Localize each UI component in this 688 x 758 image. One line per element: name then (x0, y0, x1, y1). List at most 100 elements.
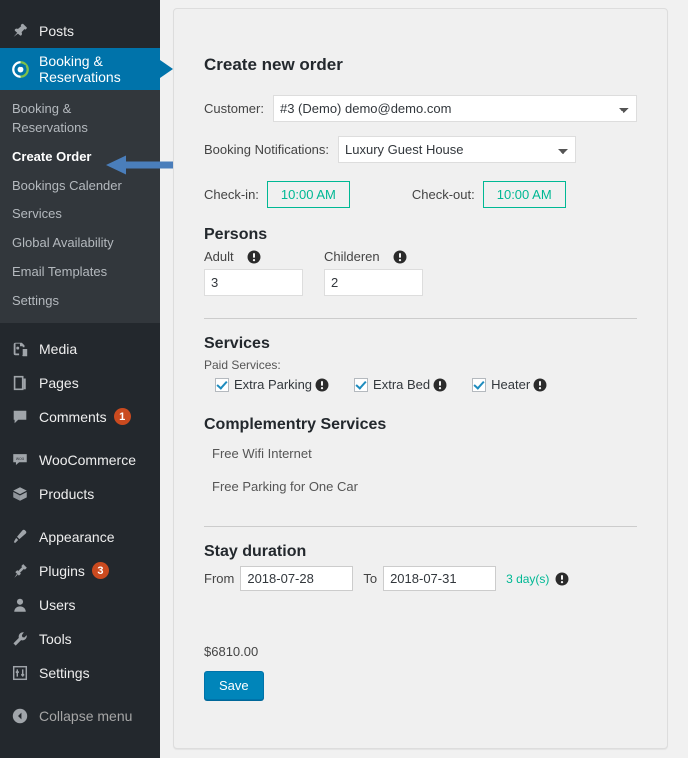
to-label: To (363, 571, 378, 586)
menu-divider (0, 690, 160, 699)
sidebar-top-spacer (0, 0, 160, 14)
menu-divider (0, 434, 160, 443)
extra-parking-label: Extra Parking (234, 377, 313, 392)
plugins-badge: 3 (91, 562, 109, 580)
sidebar-item-woocommerce[interactable]: woo WooCommerce (0, 443, 160, 477)
extra-bed-label: Extra Bed (373, 377, 431, 392)
persons-heading: Persons (204, 226, 268, 243)
paid-services-label: Paid Services: (204, 358, 281, 372)
sidebar-item-label: Appearance (39, 528, 115, 545)
sidebar-item-label: Comments (39, 408, 107, 425)
sidebar-item-collapse-menu[interactable]: Collapse menu (0, 699, 160, 733)
checkout-time-value[interactable]: 10:00 AM (482, 181, 566, 208)
sidebar-item-appearance[interactable]: Appearance (0, 520, 160, 554)
complementary-services-heading: Complementry Services (204, 416, 387, 433)
customer-select[interactable]: #3 (Demo) demo@demo.com (272, 95, 637, 122)
divider-persons-services (204, 318, 637, 319)
sidebar-item-booking-reservations[interactable]: Booking & Reservations (0, 48, 173, 90)
services-heading: Services (204, 335, 270, 352)
extra-parking-checkbox[interactable] (215, 377, 229, 392)
sidebar-item-products[interactable]: Products (0, 477, 160, 511)
woocommerce-icon: woo (10, 450, 30, 470)
comments-badge: 1 (113, 408, 131, 426)
submenu-item-booking-reservations[interactable]: Booking & Reservations (0, 95, 160, 143)
service-extra-bed[interactable]: Extra Bed (343, 377, 447, 392)
checkin-checkout-row: Check-in: 10:00 AM Check-out: 10:00 AM (204, 181, 637, 208)
sidebar-item-label: Products (39, 485, 95, 502)
duration-info-icon[interactable] (555, 572, 569, 586)
sidebar-item-settings[interactable]: Settings (0, 656, 160, 690)
booking-notifications-select[interactable]: Luxury Guest House (338, 136, 577, 163)
sidebar-item-label: Pages (39, 374, 79, 391)
adult-info-icon[interactable] (247, 250, 261, 264)
submenu-item-settings[interactable]: Settings (0, 287, 160, 316)
heater-info-icon[interactable] (533, 378, 547, 392)
comments-icon (10, 407, 30, 427)
plugins-icon (10, 561, 30, 581)
extra-bed-info-icon[interactable] (433, 378, 447, 392)
users-icon (10, 595, 30, 615)
sidebar-item-pages[interactable]: Pages (0, 366, 160, 400)
svg-text:woo: woo (16, 456, 25, 461)
customer-label: Customer: (204, 101, 264, 116)
adult-label: Adult (204, 249, 234, 264)
sidebar-item-label: Media (39, 340, 78, 357)
pin-icon (10, 21, 30, 41)
sidebar-item-comments[interactable]: Comments 1 (0, 400, 160, 434)
sidebar-item-label: Users (39, 596, 76, 613)
appearance-icon (10, 527, 30, 547)
sidebar-item-label: Plugins (39, 562, 85, 579)
adult-input[interactable] (204, 269, 303, 296)
customer-row: Customer: #3 (Demo) demo@demo.com (204, 95, 637, 122)
persons-labels-row: Adult Childeren (204, 249, 637, 264)
active-menu-pointer (160, 60, 173, 78)
heater-label: Heater (491, 377, 531, 392)
sidebar-item-plugins[interactable]: Plugins 3 (0, 554, 160, 588)
submenu-item-create-order[interactable]: Create Order (0, 143, 160, 172)
collapse-arrow-icon (10, 706, 30, 726)
checkin-label: Check-in: (204, 187, 259, 202)
divider-complementary-stay (204, 526, 637, 527)
media-icon (10, 339, 30, 359)
duration-note: 3 day(s) (506, 571, 550, 586)
stay-duration-row: From To 3 day(s) (204, 566, 637, 591)
page-title: Create new order (204, 55, 343, 74)
complementary-item: Free Parking for One Car (212, 479, 358, 494)
service-heater[interactable]: Heater (461, 377, 547, 392)
admin-sidebar: Posts Booking & Reservations Booking & R… (0, 0, 173, 758)
menu-divider (0, 323, 160, 332)
extra-parking-info-icon[interactable] (315, 378, 329, 392)
booking-notifications-row: Booking Notifications: Luxury Guest Hous… (204, 136, 637, 163)
sidebar-item-posts[interactable]: Posts (0, 14, 160, 48)
children-input[interactable] (324, 269, 423, 296)
screen: Posts Booking & Reservations Booking & R… (0, 0, 688, 758)
tools-icon (10, 629, 30, 649)
sidebar-item-label: Settings (39, 664, 90, 681)
sidebar-item-tools[interactable]: Tools (0, 622, 160, 656)
extra-bed-checkbox[interactable] (354, 377, 369, 392)
service-extra-parking[interactable]: Extra Parking (204, 377, 329, 392)
pages-icon (10, 373, 30, 393)
sidebar-item-label: Tools (39, 630, 72, 647)
sidebar-item-label: WooCommerce (39, 451, 136, 468)
children-label: Childeren (324, 249, 380, 264)
checkout-label: Check-out: (411, 187, 475, 202)
sidebar-item-users[interactable]: Users (0, 588, 160, 622)
sidebar-item-label: Booking & Reservations (39, 52, 121, 85)
submenu-item-global-availability[interactable]: Global Availability (0, 229, 160, 258)
complementary-item: Free Wifi Internet (212, 446, 312, 461)
adult-label-group: Adult (204, 249, 324, 264)
to-date-input[interactable] (383, 566, 497, 591)
sidebar-item-media[interactable]: Media (0, 332, 160, 366)
from-date-input[interactable] (240, 566, 354, 591)
submenu-item-email-templates[interactable]: Email Templates (0, 258, 160, 287)
create-order-panel: Create new order Customer: #3 (Demo) dem… (173, 8, 668, 749)
heater-checkbox[interactable] (472, 377, 487, 392)
booking-notifications-label: Booking Notifications: (204, 142, 330, 157)
checkin-time-value[interactable]: 10:00 AM (266, 181, 350, 208)
save-button[interactable]: Save (204, 671, 264, 700)
submenu-item-bookings-calender[interactable]: Bookings Calender (0, 172, 160, 201)
booking-reservations-icon (10, 59, 30, 79)
children-info-icon[interactable] (393, 250, 407, 264)
submenu-item-services[interactable]: Services (0, 200, 160, 229)
